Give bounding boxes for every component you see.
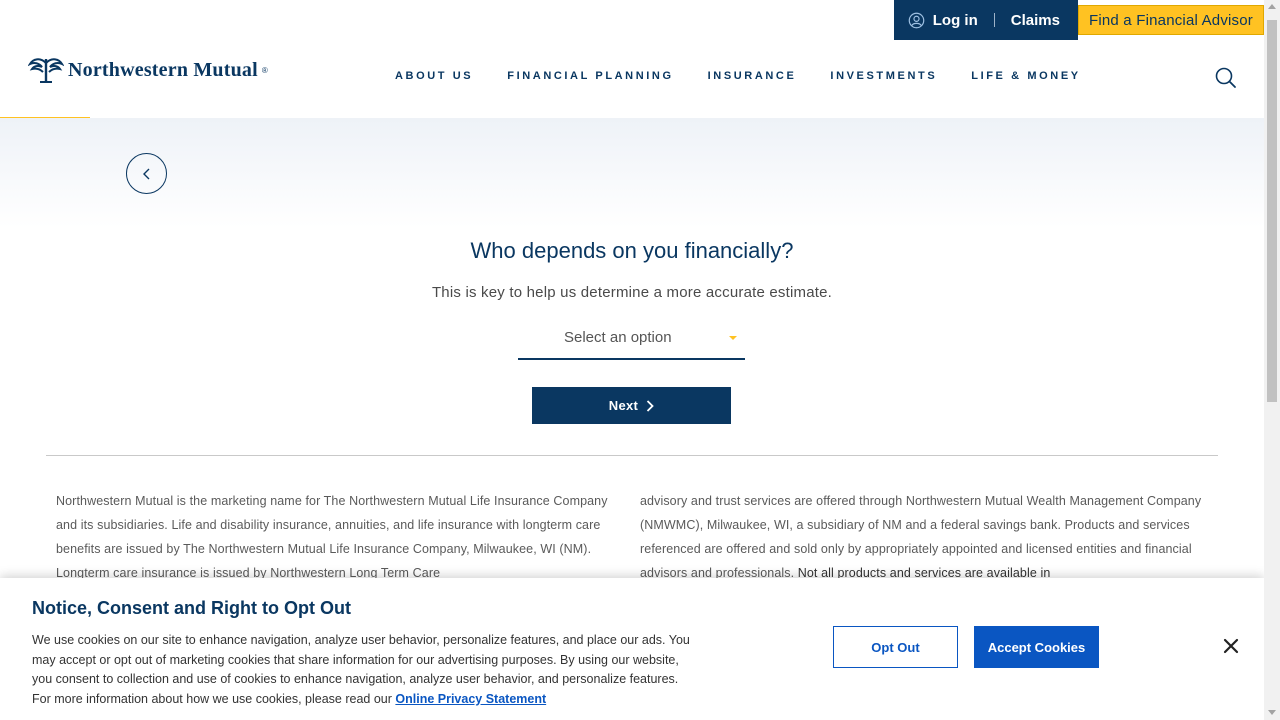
search-button[interactable] bbox=[1214, 66, 1238, 90]
nav-item-life-money[interactable]: LIFE & MONEY bbox=[971, 70, 1080, 82]
main-nav: Northwestern Mutual ® ABOUT US FINANCIAL … bbox=[0, 40, 1264, 119]
brand-name: Northwestern Mutual bbox=[68, 58, 258, 81]
disclaimer-right: advisory and trust services are offered … bbox=[640, 489, 1210, 585]
back-button[interactable] bbox=[126, 153, 167, 194]
cookie-body-text: We use cookies on our site to enhance na… bbox=[32, 633, 690, 707]
nav-item-about-us[interactable]: ABOUT US bbox=[395, 70, 473, 82]
login-label: Log in bbox=[932, 11, 978, 29]
nav-item-financial-planning[interactable]: FINANCIAL PLANNING bbox=[507, 70, 673, 82]
chevron-left-icon bbox=[142, 168, 149, 179]
scroll-down-arrow-icon[interactable] bbox=[1268, 710, 1276, 715]
question-subtext: This is key to help us determine a more … bbox=[431, 284, 833, 301]
select-placeholder: Select an option bbox=[564, 329, 672, 346]
opt-out-button[interactable]: Opt Out bbox=[833, 626, 958, 668]
nav-item-investments[interactable]: INVESTMENTS bbox=[830, 70, 937, 82]
login-link[interactable]: Log in bbox=[908, 12, 978, 29]
cookie-title: Notice, Consent and Right to Opt Out bbox=[32, 598, 351, 618]
chevron-right-icon bbox=[647, 399, 654, 412]
scroll-thumb[interactable] bbox=[1267, 20, 1277, 402]
scroll-up-arrow-icon[interactable] bbox=[1268, 4, 1276, 9]
utility-dark-section: Log in Claims bbox=[893, 0, 1078, 40]
cookie-banner: Notice, Consent and Right to Opt Out We … bbox=[0, 578, 1264, 720]
accept-cookies-button[interactable]: Accept Cookies bbox=[974, 626, 1099, 668]
brand-reg-mark: ® bbox=[261, 65, 268, 75]
utility-separator bbox=[993, 13, 995, 27]
next-button[interactable]: Next bbox=[532, 387, 731, 424]
dependents-select[interactable]: Select an option bbox=[518, 322, 745, 360]
claims-link[interactable]: Claims bbox=[1011, 12, 1060, 29]
question-heading: Who depends on you financially? bbox=[470, 238, 794, 263]
cookie-body: We use cookies on our site to enhance na… bbox=[32, 631, 692, 710]
eagle-logo-icon bbox=[28, 58, 64, 83]
caret-down-icon bbox=[729, 336, 737, 340]
next-label: Next bbox=[608, 398, 639, 413]
privacy-statement-link[interactable]: Online Privacy Statement bbox=[395, 692, 546, 706]
page-scrollbar[interactable] bbox=[1264, 0, 1280, 720]
section-divider bbox=[46, 455, 1218, 456]
nav-item-insurance[interactable]: INSURANCE bbox=[708, 70, 797, 82]
brand-logo[interactable]: Northwestern Mutual ® bbox=[28, 55, 268, 85]
close-icon[interactable] bbox=[1222, 637, 1240, 655]
disclaimer-left: Northwestern Mutual is the marketing nam… bbox=[56, 494, 608, 580]
search-icon bbox=[1215, 67, 1236, 88]
user-circle-icon bbox=[908, 12, 925, 28]
utility-bar: Log in Claims Find a Financial Advisor bbox=[893, 0, 1264, 40]
find-advisor-button[interactable]: Find a Financial Advisor bbox=[1077, 5, 1264, 35]
primary-nav: ABOUT US FINANCIAL PLANNING INSURANCE IN… bbox=[395, 70, 1081, 82]
hero-gradient bbox=[0, 118, 1264, 228]
